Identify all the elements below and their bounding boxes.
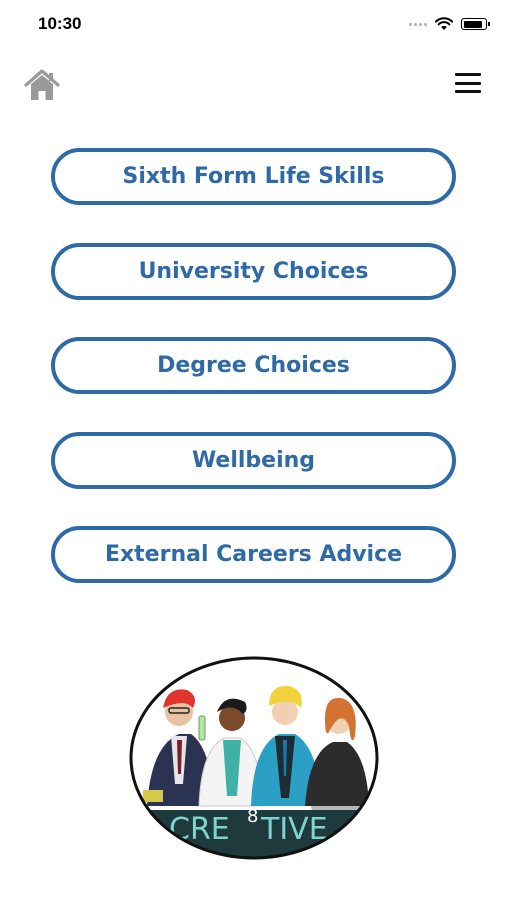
logo-text-sup: 8 (247, 806, 258, 827)
house-icon (24, 69, 60, 100)
degree-choices-button[interactable]: Degree Choices (51, 337, 456, 394)
home-button[interactable] (22, 64, 62, 104)
logo-text-left: CRE (169, 812, 230, 847)
signal-dots-icon (409, 22, 427, 26)
battery-fill (463, 20, 483, 28)
battery-icon (461, 18, 490, 30)
wifi-icon (435, 17, 453, 30)
cre8tive-logo: CRE 8 TIVE (129, 656, 379, 860)
menu-list: Sixth Form Life Skills University Choice… (51, 148, 456, 621)
logo-text-right: TIVE (260, 812, 328, 847)
sixth-form-life-skills-button[interactable]: Sixth Form Life Skills (51, 148, 456, 205)
cre8tive-logo-image: CRE 8 TIVE (129, 656, 379, 860)
status-time: 10:30 (38, 14, 82, 33)
external-careers-advice-button[interactable]: External Careers Advice (51, 526, 456, 583)
status-bar: 10:30 (0, 0, 507, 50)
hamburger-menu-icon (455, 73, 481, 76)
wellbeing-button[interactable]: Wellbeing (51, 431, 456, 489)
hamburger-menu-button[interactable] (455, 73, 481, 93)
nav-bar (0, 60, 507, 108)
university-choices-button[interactable]: University Choices (51, 242, 456, 300)
status-icons (409, 14, 490, 34)
